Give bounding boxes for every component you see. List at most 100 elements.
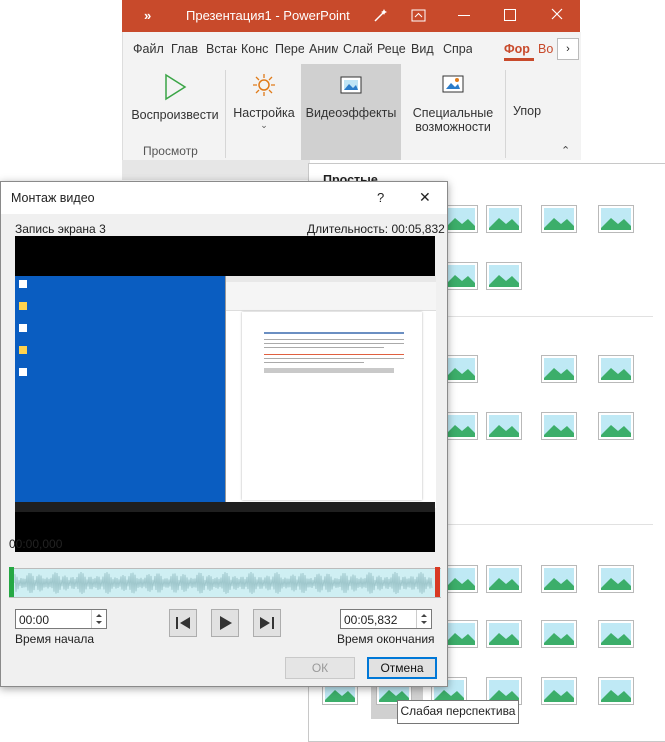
chevron-down-icon: ⌄: [260, 120, 268, 130]
start-marker[interactable]: [9, 567, 14, 597]
clip-duration: Длительность: 00:05,832: [307, 222, 445, 236]
current-position: 00:00,000: [9, 537, 63, 551]
play-icon: [162, 72, 188, 102]
video-effect-thumbnail[interactable]: [541, 412, 577, 440]
tab-insert[interactable]: Встан: [206, 42, 237, 56]
tab-design[interactable]: Конс: [241, 42, 270, 56]
doc-line: [264, 358, 404, 359]
video-effect-thumbnail[interactable]: [541, 565, 577, 593]
video-effect-thumbnail[interactable]: [486, 412, 522, 440]
desktop-icon: [19, 302, 27, 310]
designer-icon[interactable]: [372, 6, 390, 27]
trim-track[interactable]: [9, 567, 441, 598]
special-label: Специальные: [412, 106, 494, 120]
effect-tooltip: Слабая перспектива: [397, 700, 519, 724]
spin-arrows-icon[interactable]: [91, 610, 106, 628]
next-frame-button[interactable]: [253, 609, 281, 637]
play-button[interactable]: Воспроизвести: [129, 72, 221, 122]
tab-playback[interactable]: Во: [538, 42, 555, 56]
desktop-icon: [19, 280, 27, 288]
end-time-input[interactable]: 00:05,832: [340, 609, 432, 629]
cancel-button[interactable]: Отмена: [367, 657, 437, 679]
video-effect-thumbnail[interactable]: [541, 677, 577, 705]
accessibility-button[interactable]: Специальные возможности: [405, 72, 501, 134]
video-effect-thumbnail[interactable]: [598, 565, 634, 593]
play-icon: [220, 616, 232, 630]
doc-line: [264, 347, 384, 348]
group-preview-label: Просмотр: [143, 144, 198, 158]
help-icon[interactable]: ?: [377, 190, 384, 205]
settings-button[interactable]: Настройка ⌄: [229, 72, 299, 131]
clip-name: Запись экрана 3: [15, 222, 106, 236]
tab-review[interactable]: Реце: [377, 42, 406, 56]
video-effect-thumbnail[interactable]: [598, 620, 634, 648]
tab-view[interactable]: Вид: [411, 42, 437, 56]
dialog-titlebar: Монтаж видео ? ✕: [1, 182, 447, 214]
video-frame-desktop: [15, 276, 436, 512]
next-frame-icon: [260, 617, 274, 629]
ribbon-divider: [505, 70, 506, 158]
arrange-label[interactable]: Упор: [513, 104, 541, 118]
tab-transitions[interactable]: Пере: [275, 42, 304, 56]
video-effect-thumbnail[interactable]: [541, 205, 577, 233]
video-frame-document: [225, 276, 436, 508]
video-effect-thumbnail[interactable]: [598, 677, 634, 705]
window-close-icon[interactable]: [549, 6, 565, 25]
start-time-label: Время начала: [15, 632, 95, 646]
collapse-ribbon-icon[interactable]: ⌃: [561, 144, 570, 157]
video-effects-button[interactable]: Видеоэффекты: [301, 64, 401, 160]
doc-line: [264, 332, 404, 334]
video-effect-thumbnail[interactable]: [486, 262, 522, 290]
slide-area: [122, 160, 310, 180]
ribbon-tabs: Файл Глав Встан Конс Пере Аним Слай Реце…: [122, 32, 581, 64]
tab-file[interactable]: Файл: [133, 42, 167, 56]
trim-video-dialog: Монтаж видео ? ✕ Запись экрана 3 Длитель…: [0, 181, 448, 687]
tab-scroll-right-icon[interactable]: ›: [557, 38, 579, 60]
desktop-icon: [19, 324, 27, 332]
video-effects-icon: [338, 72, 364, 98]
doc-page: [242, 312, 422, 500]
qat-overflow-icon[interactable]: »: [144, 8, 151, 23]
video-effect-thumbnail[interactable]: [486, 565, 522, 593]
audio-waveform: [14, 571, 433, 595]
tab-help[interactable]: Спра: [443, 42, 472, 56]
tab-animations[interactable]: Аним: [309, 42, 338, 56]
video-frame-taskbar: [15, 502, 435, 512]
ribbon-display-icon[interactable]: [411, 8, 427, 27]
start-time-value: 00:00: [19, 613, 50, 627]
ok-button[interactable]: ОК: [285, 657, 355, 679]
previous-frame-button[interactable]: [169, 609, 197, 637]
powerpoint-titlebar: » Презентация1 - PowerPoint: [122, 0, 580, 32]
alt-text-icon: [440, 72, 466, 98]
video-effect-thumbnail[interactable]: [486, 620, 522, 648]
doc-line: [264, 339, 404, 340]
tab-slideshow[interactable]: Слай: [343, 42, 372, 56]
maximize-icon[interactable]: [504, 9, 516, 21]
spin-arrows-icon[interactable]: [416, 610, 431, 628]
end-time-value: 00:05,832: [344, 613, 398, 627]
video-effect-thumbnail[interactable]: [598, 412, 634, 440]
dialog-close-icon[interactable]: ✕: [419, 189, 431, 206]
doc-line: [264, 354, 404, 355]
color-settings-icon: [251, 72, 277, 98]
video-effect-thumbnail[interactable]: [598, 355, 634, 383]
end-time-label: Время окончания: [337, 632, 435, 646]
end-marker[interactable]: [435, 567, 440, 597]
tab-home[interactable]: Глав: [171, 42, 201, 56]
doc-line: [264, 362, 364, 363]
doc-ribbon: [226, 282, 436, 311]
minimize-icon[interactable]: [458, 15, 470, 16]
doc-line: [264, 343, 404, 344]
video-effect-thumbnail[interactable]: [541, 355, 577, 383]
settings-label: Настройка: [233, 106, 295, 120]
video-effect-thumbnail[interactable]: [486, 205, 522, 233]
desktop-icon: [19, 368, 27, 376]
video-effect-thumbnail[interactable]: [598, 205, 634, 233]
start-time-input[interactable]: 00:00: [15, 609, 107, 629]
play-pause-button[interactable]: [211, 609, 239, 637]
video-effect-thumbnail[interactable]: [541, 620, 577, 648]
tab-video-format[interactable]: Фор: [504, 42, 534, 61]
video-preview: [15, 236, 436, 552]
doc-highlight: [264, 368, 394, 373]
ribbon-divider: [225, 70, 226, 158]
